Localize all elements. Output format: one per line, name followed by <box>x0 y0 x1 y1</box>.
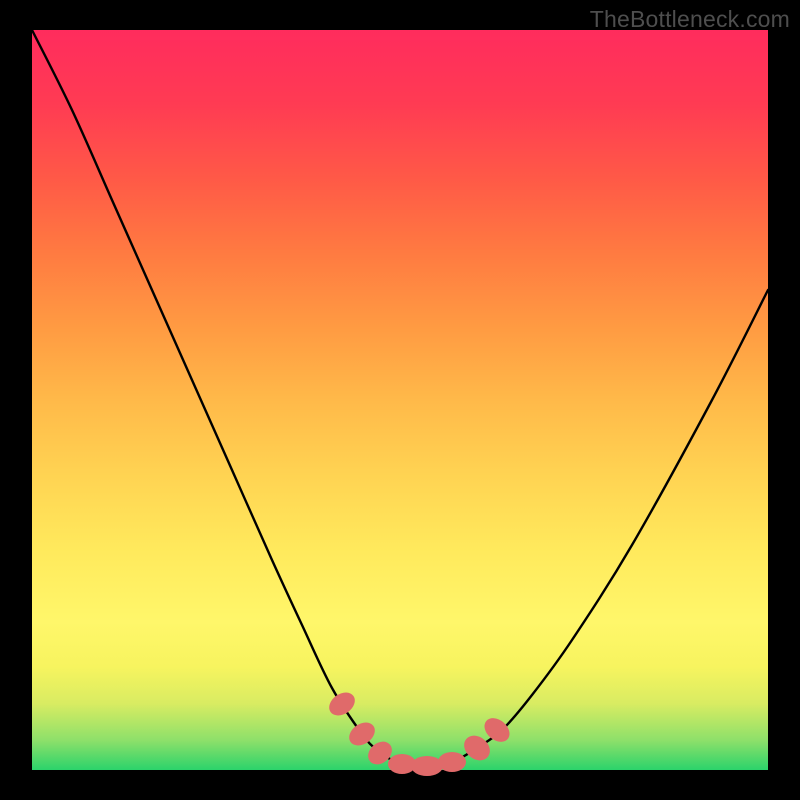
plot-area <box>32 30 768 770</box>
bottleneck-curve <box>32 30 768 767</box>
watermark-text: TheBottleneck.com <box>590 6 790 33</box>
curve-layer <box>32 30 768 770</box>
highlight-marker <box>411 756 443 776</box>
highlight-marker <box>325 688 359 720</box>
highlight-marker <box>438 752 466 772</box>
chart-frame: TheBottleneck.com <box>0 0 800 800</box>
highlight-markers <box>325 688 514 776</box>
